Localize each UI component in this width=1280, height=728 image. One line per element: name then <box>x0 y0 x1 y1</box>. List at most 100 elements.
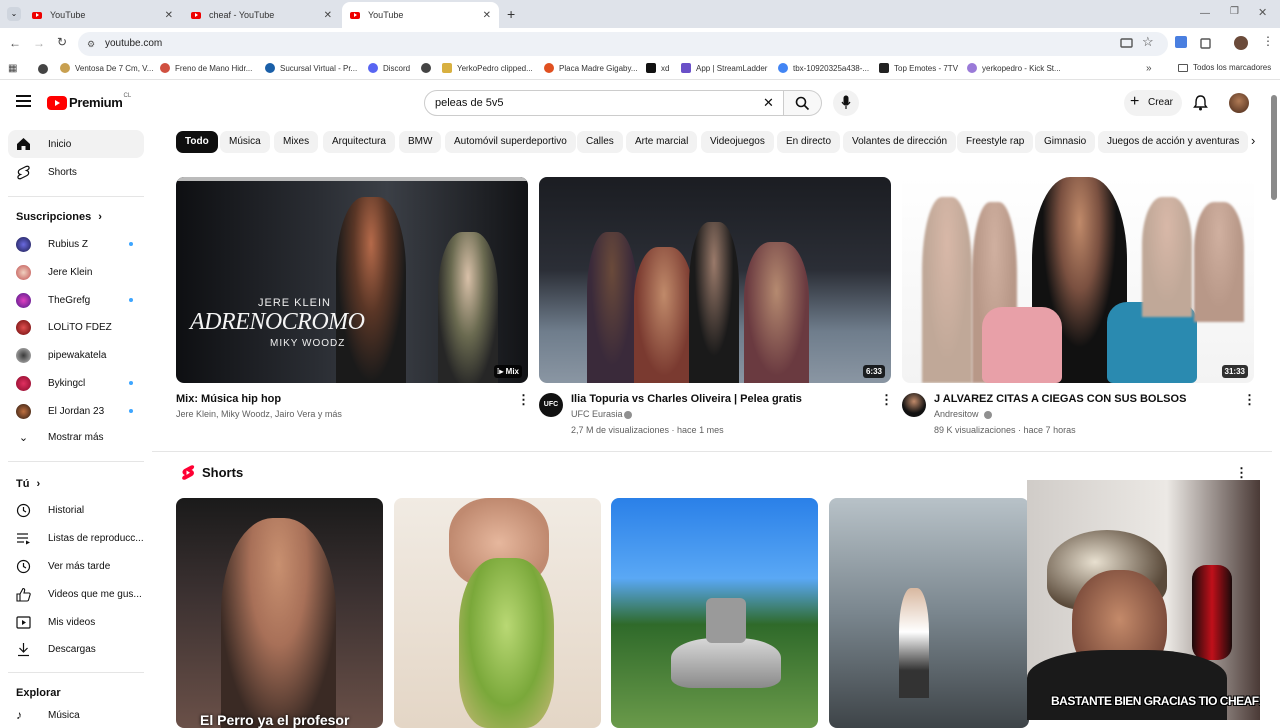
sidebar-item-watch-later[interactable]: Ver más tarde <box>16 559 110 574</box>
sidebar-item-subscription[interactable]: Rubius Z <box>16 237 133 252</box>
short-thumbnail[interactable] <box>611 498 818 728</box>
notifications-bell-icon[interactable] <box>1193 95 1208 111</box>
video-thumbnail[interactable]: 6:33 <box>539 177 891 383</box>
sidebar-item-home-row[interactable]: Inicio <box>16 137 71 151</box>
channel-avatar[interactable] <box>902 393 926 417</box>
account-avatar[interactable] <box>1229 93 1249 113</box>
bookmark-item[interactable]: tbx-10920325a438-... <box>778 63 869 73</box>
chip-volantes[interactable]: Volantes de dirección <box>843 131 957 153</box>
minimize-icon[interactable]: — <box>1200 8 1210 19</box>
browser-tab-1[interactable]: YouTube ✕ <box>24 2 181 28</box>
new-tab-icon[interactable]: + <box>507 6 515 22</box>
short-thumbnail[interactable]: El Perro ya el profesor <box>176 498 383 728</box>
create-button[interactable]: + Crear <box>1124 90 1182 116</box>
chip-gimnasio[interactable]: Gimnasio <box>1035 131 1096 153</box>
sidebar-item-history[interactable]: Historial <box>16 503 84 518</box>
sidebar-item-shorts[interactable]: Shorts <box>16 165 77 180</box>
bookmark-item[interactable]: Ventosa De 7 Cm, V... <box>60 63 153 73</box>
bookmark-globe-icon[interactable] <box>421 63 436 73</box>
sidebar-item-subscription[interactable]: TheGrefg <box>16 293 133 308</box>
chip-automovil[interactable]: Automóvil superdeportivo <box>445 131 576 153</box>
bookmark-item[interactable]: Freno de Mano Hidr... <box>160 63 252 73</box>
forward-icon[interactable]: → <box>33 36 45 50</box>
chip-musica[interactable]: Música <box>220 131 270 153</box>
menu-kebab-icon[interactable]: ⋮ <box>1262 34 1274 48</box>
profile-avatar-icon[interactable] <box>1234 36 1248 50</box>
search-input[interactable]: peleas de 5v5 <box>435 97 504 109</box>
video-title[interactable]: Ilia Topuria vs Charles Oliveira | Pelea… <box>571 393 802 405</box>
short-thumbnail[interactable] <box>394 498 601 728</box>
chip-videojuegos[interactable]: Videojuegos <box>701 131 774 153</box>
channel-name[interactable]: UFC Eurasia <box>571 409 623 419</box>
show-more-button[interactable]: ⌄ Mostrar más <box>16 431 104 444</box>
sidebar-item-subscription[interactable]: Jere Klein <box>16 265 92 280</box>
tab-search-icon[interactable]: ⌄ <box>7 7 21 21</box>
channel-name[interactable]: Andresitow <box>934 409 979 419</box>
sidebar-item-subscription[interactable]: El Jordan 23 <box>16 404 133 419</box>
subscriptions-heading[interactable]: Suscripciones › <box>16 211 102 223</box>
youtube-premium-logo[interactable]: Premium CL <box>47 93 131 110</box>
chevron-right-icon[interactable]: › <box>1251 133 1255 148</box>
search-box[interactable]: peleas de 5v5 ✕ <box>424 90 784 116</box>
sidebar-item-subscription[interactable]: pipewakatela <box>16 348 106 363</box>
channel-avatar[interactable]: UFC <box>539 393 563 417</box>
hamburger-menu-icon[interactable] <box>16 95 31 107</box>
video-title[interactable]: Mix: Música hip hop <box>176 393 281 405</box>
more-options-icon[interactable]: ⋮ <box>1243 392 1256 408</box>
chip-arte-marcial[interactable]: Arte marcial <box>626 131 698 153</box>
voice-search-button[interactable] <box>833 90 859 116</box>
bookmark-item[interactable]: YerkoPedro clipped... <box>442 63 533 73</box>
close-tab-icon[interactable]: ✕ <box>324 10 332 21</box>
back-icon[interactable]: ← <box>9 36 21 50</box>
search-button[interactable] <box>784 90 822 116</box>
sidebar-item-my-videos[interactable]: Mis videos <box>16 615 95 630</box>
chip-calles[interactable]: Calles <box>577 131 623 153</box>
extensions-icon[interactable] <box>1199 37 1212 50</box>
bookmark-item[interactable]: xd <box>646 63 669 73</box>
address-bar[interactable]: ⚙ youtube.com <box>78 32 1168 56</box>
more-bookmarks-icon[interactable]: » <box>1146 63 1152 74</box>
page-scrollbar[interactable] <box>1271 95 1277 200</box>
bookmark-item[interactable]: App | StreamLadder <box>681 63 767 73</box>
bookmark-globe-icon[interactable] <box>38 64 48 74</box>
chip-todo[interactable]: Todo <box>176 131 218 153</box>
chip-bmw[interactable]: BMW <box>399 131 442 153</box>
video-thumbnail[interactable]: JERE KLEIN ADRENOCROMO MIKY WOODZ ⁞▸ Mix <box>176 177 528 383</box>
chip-mixes[interactable]: Mixes <box>274 131 319 153</box>
sidebar-item-liked-videos[interactable]: Videos que me gus... <box>16 587 142 602</box>
close-window-icon[interactable]: ✕ <box>1258 6 1267 19</box>
video-title[interactable]: J ALVAREZ CITAS A CIEGAS CON SUS BOLSOS <box>934 393 1186 405</box>
install-app-icon[interactable] <box>1120 37 1133 50</box>
video-thumbnail[interactable]: 31:33 <box>902 177 1254 383</box>
bookmark-item[interactable]: Discord <box>368 63 410 73</box>
translate-icon[interactable] <box>1175 36 1187 48</box>
browser-tab-2[interactable]: cheaf - YouTube ✕ <box>183 2 340 28</box>
sidebar-item-downloads[interactable]: Descargas <box>16 642 96 657</box>
close-tab-icon[interactable]: ✕ <box>483 10 491 21</box>
sidebar-item-subscription[interactable]: Bykingcl <box>16 376 133 391</box>
reload-icon[interactable]: ↻ <box>57 35 67 49</box>
bookmark-item[interactable]: Top Emotes - 7TV <box>879 63 958 73</box>
chip-freestyle-rap[interactable]: Freestyle rap <box>957 131 1034 153</box>
more-options-icon[interactable]: ⋮ <box>517 392 530 408</box>
you-heading[interactable]: Tú › <box>16 478 40 490</box>
shorts-more-options-icon[interactable]: ⋮ <box>1235 465 1248 481</box>
clear-search-icon[interactable]: ✕ <box>763 95 774 111</box>
short-thumbnail[interactable] <box>829 498 1029 728</box>
maximize-icon[interactable]: ❐ <box>1230 6 1239 17</box>
sidebar-item-playlists[interactable]: Listas de reproducc... <box>16 531 144 546</box>
bookmark-item[interactable]: Sucursal Virtual - Pr... <box>265 63 357 73</box>
site-info-icon[interactable]: ⚙ <box>87 32 95 56</box>
chip-arquitectura[interactable]: Arquitectura <box>323 131 395 153</box>
all-bookmarks-folder[interactable]: Todos los marcadores <box>1178 63 1271 72</box>
more-options-icon[interactable]: ⋮ <box>880 392 893 408</box>
apps-grid-icon[interactable]: ▦ <box>8 63 17 74</box>
bookmark-star-icon[interactable]: ☆ <box>1142 34 1154 50</box>
close-tab-icon[interactable]: ✕ <box>165 10 173 21</box>
bookmark-item[interactable]: yerkopedro - Kick St... <box>967 63 1061 73</box>
sidebar-item-subscription[interactable]: LOLiTO FDEZ <box>16 320 112 335</box>
chip-en-directo[interactable]: En directo <box>777 131 841 153</box>
browser-tab-3[interactable]: YouTube ✕ <box>342 2 499 28</box>
chip-juegos-accion[interactable]: Juegos de acción y aventuras <box>1098 131 1249 153</box>
bookmark-item[interactable]: Placa Madre Gigaby... <box>544 63 638 73</box>
